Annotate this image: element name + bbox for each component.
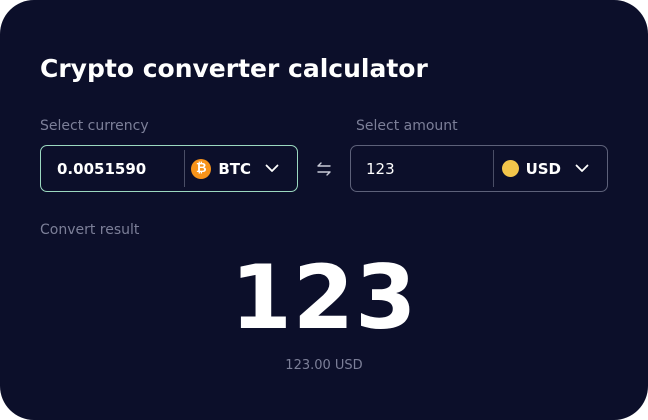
select-currency-label: Select currency [40, 118, 149, 134]
result-formatted: 123.00 USD [285, 358, 363, 373]
converter-card: Crypto converter calculator Select curre… [0, 0, 648, 420]
result-value: 123 [230, 246, 418, 349]
to-amount-value[interactable]: 123 [351, 160, 493, 178]
to-amount-field[interactable]: 123 USD [350, 145, 608, 192]
from-currency-code: BTC [218, 159, 251, 178]
convert-result-label: Convert result [40, 222, 140, 238]
from-amount-field[interactable]: 0.0051590 ₿ BTC [40, 145, 298, 192]
usd-coin-icon [501, 160, 519, 177]
chevron-down-icon [265, 162, 279, 176]
to-currency-code: USD [525, 159, 561, 178]
from-currency-dropdown[interactable]: ₿ BTC [185, 146, 297, 191]
select-amount-label: Select amount [356, 118, 458, 134]
page-title: Crypto converter calculator [40, 54, 428, 83]
bitcoin-icon: ₿ [191, 158, 212, 179]
swap-icon[interactable] [313, 158, 335, 180]
chevron-down-icon [575, 162, 589, 176]
to-currency-dropdown[interactable]: USD [494, 146, 607, 191]
from-amount-value[interactable]: 0.0051590 [41, 160, 184, 178]
